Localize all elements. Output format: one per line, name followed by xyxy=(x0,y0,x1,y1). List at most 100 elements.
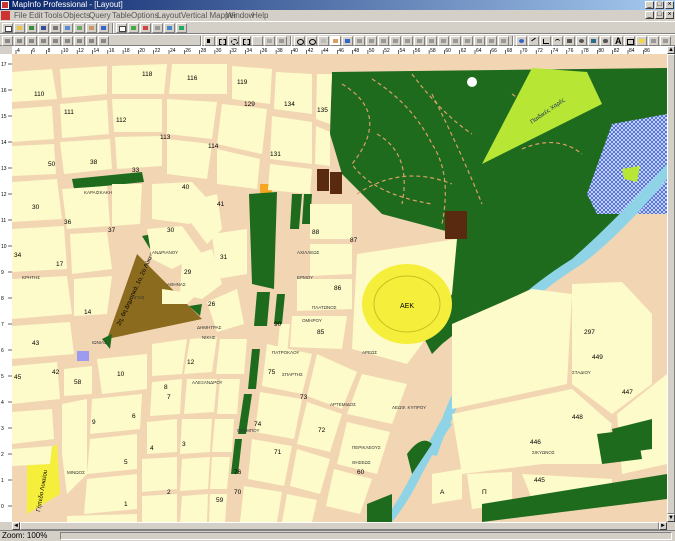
rectangle-tool-button[interactable] xyxy=(588,36,599,46)
block-label: 33 xyxy=(132,167,140,174)
block-label: 446 xyxy=(530,439,541,446)
doc-maximize-button[interactable]: □ xyxy=(655,11,664,19)
arc-tool-button[interactable] xyxy=(552,36,563,46)
document-icon[interactable] xyxy=(1,11,10,20)
tool-5-button[interactable] xyxy=(50,36,61,46)
help-button[interactable] xyxy=(176,23,187,33)
map-canvas[interactable]: Παιδικές Χαρές AEK 2η, 6η Δημοτικά, 1ο, … xyxy=(12,54,667,522)
polygon-tool-button[interactable] xyxy=(564,36,575,46)
info-tool-button[interactable] xyxy=(342,36,353,46)
block-label: 134 xyxy=(284,101,295,108)
grabber-hand-icon[interactable] xyxy=(330,36,341,46)
drag-window-button[interactable] xyxy=(378,36,389,46)
zoom-in-icon[interactable] xyxy=(294,36,305,46)
layer-control-button[interactable] xyxy=(390,36,401,46)
app-icon[interactable] xyxy=(1,1,9,9)
menu-table[interactable]: Table xyxy=(112,10,131,21)
menu-options[interactable]: Options xyxy=(131,10,159,21)
copy-button[interactable] xyxy=(74,23,85,33)
purple-marker xyxy=(77,351,89,361)
block-label: 85 xyxy=(317,329,325,336)
tool-c-button[interactable] xyxy=(486,36,497,46)
tool-b-button[interactable] xyxy=(474,36,485,46)
scroll-left-icon[interactable]: ◄ xyxy=(12,522,20,530)
zoom-out-icon[interactable] xyxy=(306,36,317,46)
frame-tool-button[interactable] xyxy=(624,36,635,46)
menu-edit[interactable]: Edit xyxy=(29,10,43,21)
tool-7-button[interactable] xyxy=(74,36,85,46)
scroll-down-icon[interactable]: ▼ xyxy=(667,514,675,522)
unselect-button[interactable] xyxy=(264,36,275,46)
tool-4-button[interactable] xyxy=(38,36,49,46)
vertical-scroll-thumb[interactable] xyxy=(667,54,675,514)
tool-9-button[interactable] xyxy=(98,36,109,46)
brown-building-1 xyxy=(317,169,329,191)
polyline-tool-button[interactable] xyxy=(540,36,551,46)
new-table-button[interactable] xyxy=(2,23,13,33)
rounded-rect-tool-button[interactable] xyxy=(600,36,611,46)
tool-a-button[interactable] xyxy=(462,36,473,46)
boundary-select-button[interactable] xyxy=(252,36,263,46)
vertical-scrollbar[interactable]: ▲ ▼ xyxy=(667,46,675,522)
tool-1-button[interactable] xyxy=(2,36,13,46)
horizontal-scroll-thumb[interactable] xyxy=(20,522,659,530)
change-view-button[interactable] xyxy=(318,36,329,46)
tool-2-button[interactable] xyxy=(14,36,25,46)
tool-8-button[interactable] xyxy=(86,36,97,46)
add-node-button[interactable] xyxy=(648,36,659,46)
tool-3-button[interactable] xyxy=(26,36,37,46)
menu-window[interactable]: Window xyxy=(226,10,254,21)
new-browser-button[interactable] xyxy=(116,23,127,33)
ellipse-tool-button[interactable] xyxy=(576,36,587,46)
tool-d-button[interactable] xyxy=(498,36,509,46)
tool-6-button[interactable] xyxy=(62,36,73,46)
line-style-button[interactable] xyxy=(660,36,671,46)
symbol-tool-button[interactable] xyxy=(516,36,527,46)
street-label: ΠΕΡΙΚΛΕΟΥΣ xyxy=(352,445,381,450)
marquee-select-button[interactable] xyxy=(216,36,227,46)
hotlink-button[interactable] xyxy=(354,36,365,46)
line-tool-button[interactable] xyxy=(528,36,539,46)
statistics-button[interactable] xyxy=(426,36,437,46)
ruler-tick-label: 4 xyxy=(1,400,4,406)
clip-region-button[interactable] xyxy=(450,36,461,46)
menu-objects[interactable]: Objects xyxy=(63,10,90,21)
close-button[interactable]: × xyxy=(665,1,674,9)
reshape-button[interactable] xyxy=(636,36,647,46)
scroll-right-icon[interactable]: ► xyxy=(659,522,667,530)
polygon-select-button[interactable] xyxy=(240,36,251,46)
radius-select-button[interactable] xyxy=(228,36,239,46)
ruler-tick-label: 17 xyxy=(1,62,7,68)
save-button[interactable] xyxy=(38,23,49,33)
new-grapher-button[interactable] xyxy=(140,23,151,33)
ruler-button[interactable] xyxy=(402,36,413,46)
horizontal-scrollbar[interactable]: ◄ ► xyxy=(12,522,667,530)
maximize-button[interactable]: □ xyxy=(655,1,664,9)
cut-button[interactable] xyxy=(62,23,73,33)
menu-layout[interactable]: Layout xyxy=(157,10,181,21)
menu-query[interactable]: Query xyxy=(89,10,111,21)
doc-close-button[interactable]: × xyxy=(665,11,674,19)
block-a xyxy=(432,469,462,504)
new-redistrict-button[interactable] xyxy=(164,23,175,33)
doc-minimize-button[interactable]: _ xyxy=(645,11,654,19)
text-tool-button[interactable]: A xyxy=(612,36,623,46)
select-tool-button[interactable] xyxy=(204,36,215,46)
menu-help[interactable]: Help xyxy=(252,10,268,21)
open-workspace-button[interactable] xyxy=(26,23,37,33)
set-target-button[interactable] xyxy=(438,36,449,46)
scroll-up-icon[interactable]: ▲ xyxy=(667,46,675,54)
block-label: 88 xyxy=(312,229,320,236)
paste-button[interactable] xyxy=(86,23,97,33)
undo-button[interactable] xyxy=(98,23,109,33)
new-layout-button[interactable] xyxy=(152,23,163,33)
print-button[interactable] xyxy=(50,23,61,33)
menu-file[interactable]: File xyxy=(14,10,27,21)
new-mapper-button[interactable] xyxy=(128,23,139,33)
show-legend-button[interactable] xyxy=(414,36,425,46)
label-tool-button[interactable] xyxy=(366,36,377,46)
menu-tools[interactable]: Tools xyxy=(44,10,63,21)
invert-selection-button[interactable] xyxy=(276,36,287,46)
minimize-button[interactable]: _ xyxy=(645,1,654,9)
open-button[interactable] xyxy=(14,23,25,33)
